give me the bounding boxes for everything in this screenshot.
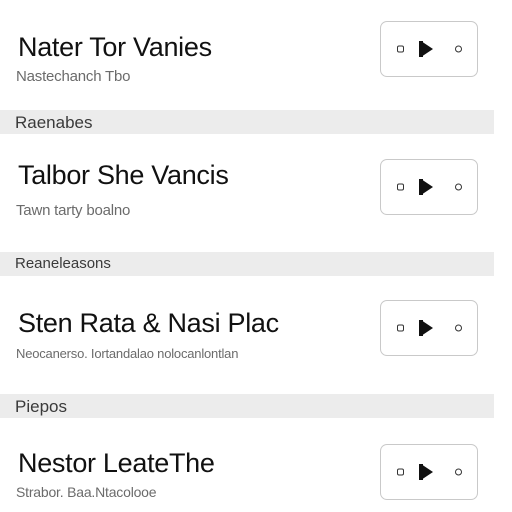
section-label: Raenabes [15, 113, 93, 132]
playback-control[interactable] [380, 300, 478, 356]
list-item: Nater Tor Vanies Nastechanch Tbo [0, 0, 512, 108]
item-title: Talbor She Vancis [18, 160, 229, 190]
item-subtitle: Neocanerso. Iortandalao nolocanlontlan [16, 346, 239, 361]
list-item: Sten Rata & Nasi Plac Neocanerso. Iortan… [0, 276, 512, 392]
play-icon[interactable] [421, 179, 433, 195]
circle-dot-icon[interactable] [455, 468, 462, 476]
section-header: Raenabes [0, 110, 494, 134]
play-icon[interactable] [421, 464, 433, 480]
section-header: Reaneleasons [0, 252, 494, 276]
item-subtitle: Nastechanch Tbo [16, 68, 131, 85]
square-dot-icon[interactable] [397, 183, 404, 191]
item-title: Nater Tor Vanies [18, 32, 212, 62]
item-subtitle: Strabor. Baa.Ntacolooe [16, 484, 157, 500]
section-label: Piepos [15, 397, 67, 416]
item-title: Sten Rata & Nasi Plac [18, 308, 279, 338]
playback-control[interactable] [380, 21, 478, 77]
circle-dot-icon[interactable] [455, 45, 462, 53]
play-icon[interactable] [421, 320, 433, 336]
list-item: Nestor LeateThe Strabor. Baa.Ntacolooe [0, 418, 512, 512]
section-header: Piepos [0, 394, 494, 418]
circle-dot-icon[interactable] [455, 324, 462, 332]
item-subtitle: Tawn tarty boalno [16, 202, 131, 219]
item-title: Nestor LeateThe [18, 448, 215, 478]
playback-control[interactable] [380, 159, 478, 215]
playback-control[interactable] [380, 444, 478, 500]
circle-dot-icon[interactable] [455, 183, 462, 191]
list-item: Talbor She Vancis Tawn tarty boalno [0, 134, 512, 250]
square-dot-icon[interactable] [397, 45, 404, 53]
section-label: Reaneleasons [15, 255, 111, 272]
play-icon[interactable] [421, 41, 433, 57]
square-dot-icon[interactable] [397, 468, 404, 476]
square-dot-icon[interactable] [397, 324, 404, 332]
